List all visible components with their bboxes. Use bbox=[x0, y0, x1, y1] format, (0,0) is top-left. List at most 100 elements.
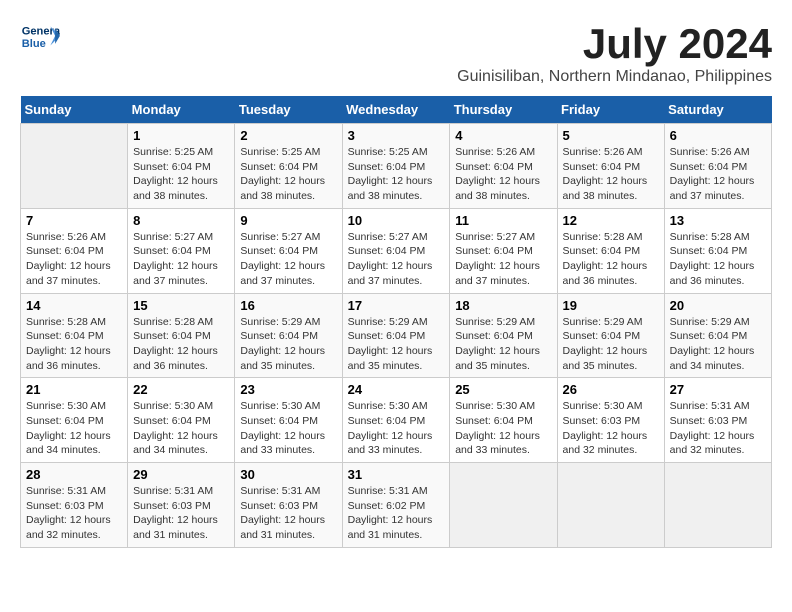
day-info: Sunrise: 5:27 AM Sunset: 6:04 PM Dayligh… bbox=[240, 230, 336, 289]
day-info: Sunrise: 5:29 AM Sunset: 6:04 PM Dayligh… bbox=[670, 315, 766, 374]
day-cell: 9 Sunrise: 5:27 AM Sunset: 6:04 PM Daylig… bbox=[235, 208, 342, 293]
day-number: 2 bbox=[240, 128, 336, 143]
day-info: Sunrise: 5:26 AM Sunset: 6:04 PM Dayligh… bbox=[670, 145, 766, 204]
day-cell bbox=[450, 463, 557, 548]
calendar-body: 1 Sunrise: 5:25 AM Sunset: 6:04 PM Daylig… bbox=[21, 124, 772, 548]
day-info: Sunrise: 5:30 AM Sunset: 6:04 PM Dayligh… bbox=[26, 399, 122, 458]
day-number: 31 bbox=[348, 467, 445, 482]
day-cell: 2 Sunrise: 5:25 AM Sunset: 6:04 PM Daylig… bbox=[235, 124, 342, 209]
day-number: 27 bbox=[670, 382, 766, 397]
header-cell-tuesday: Tuesday bbox=[235, 96, 342, 124]
day-info: Sunrise: 5:26 AM Sunset: 6:04 PM Dayligh… bbox=[563, 145, 659, 204]
header-cell-monday: Monday bbox=[128, 96, 235, 124]
day-cell: 29 Sunrise: 5:31 AM Sunset: 6:03 PM Dayli… bbox=[128, 463, 235, 548]
day-cell: 25 Sunrise: 5:30 AM Sunset: 6:04 PM Dayli… bbox=[450, 378, 557, 463]
day-cell bbox=[557, 463, 664, 548]
day-number: 17 bbox=[348, 298, 445, 313]
day-cell: 24Sunrise: 5:30 AM Sunset: 6:04 PM Dayli… bbox=[342, 378, 450, 463]
day-number: 21 bbox=[26, 382, 122, 397]
day-info: Sunrise: 5:28 AM Sunset: 6:04 PM Dayligh… bbox=[133, 315, 229, 374]
day-cell: 14Sunrise: 5:28 AM Sunset: 6:04 PM Dayli… bbox=[21, 293, 128, 378]
day-info: Sunrise: 5:27 AM Sunset: 6:04 PM Dayligh… bbox=[133, 230, 229, 289]
day-cell: 28Sunrise: 5:31 AM Sunset: 6:03 PM Dayli… bbox=[21, 463, 128, 548]
day-info: Sunrise: 5:31 AM Sunset: 6:03 PM Dayligh… bbox=[240, 484, 336, 543]
day-cell bbox=[664, 463, 771, 548]
day-number: 8 bbox=[133, 213, 229, 228]
day-number: 25 bbox=[455, 382, 551, 397]
day-info: Sunrise: 5:25 AM Sunset: 6:04 PM Dayligh… bbox=[133, 145, 229, 204]
day-number: 22 bbox=[133, 382, 229, 397]
main-title: July 2024 bbox=[457, 20, 772, 68]
day-cell: 15 Sunrise: 5:28 AM Sunset: 6:04 PM Dayli… bbox=[128, 293, 235, 378]
day-number: 13 bbox=[670, 213, 766, 228]
day-number: 30 bbox=[240, 467, 336, 482]
day-info: Sunrise: 5:29 AM Sunset: 6:04 PM Dayligh… bbox=[455, 315, 551, 374]
day-cell: 5Sunrise: 5:26 AM Sunset: 6:04 PM Daylig… bbox=[557, 124, 664, 209]
day-info: Sunrise: 5:28 AM Sunset: 6:04 PM Dayligh… bbox=[670, 230, 766, 289]
day-number: 6 bbox=[670, 128, 766, 143]
day-number: 26 bbox=[563, 382, 659, 397]
day-info: Sunrise: 5:30 AM Sunset: 6:04 PM Dayligh… bbox=[455, 399, 551, 458]
day-info: Sunrise: 5:31 AM Sunset: 6:03 PM Dayligh… bbox=[670, 399, 766, 458]
week-row-4: 21 Sunrise: 5:30 AM Sunset: 6:04 PM Dayli… bbox=[21, 378, 772, 463]
day-cell bbox=[21, 124, 128, 209]
day-number: 10 bbox=[348, 213, 445, 228]
day-cell: 27 Sunrise: 5:31 AM Sunset: 6:03 PM Dayli… bbox=[664, 378, 771, 463]
day-info: Sunrise: 5:25 AM Sunset: 6:04 PM Dayligh… bbox=[240, 145, 336, 204]
logo-icon: General Blue bbox=[20, 20, 60, 55]
day-cell: 1 Sunrise: 5:25 AM Sunset: 6:04 PM Daylig… bbox=[128, 124, 235, 209]
day-cell: 18 Sunrise: 5:29 AM Sunset: 6:04 PM Dayli… bbox=[450, 293, 557, 378]
day-info: Sunrise: 5:30 AM Sunset: 6:04 PM Dayligh… bbox=[348, 399, 445, 458]
page-header: General Blue July 2024 Guinisiliban, Nor… bbox=[20, 20, 772, 86]
day-cell: 4Sunrise: 5:26 AM Sunset: 6:04 PM Daylig… bbox=[450, 124, 557, 209]
day-number: 12 bbox=[563, 213, 659, 228]
day-number: 23 bbox=[240, 382, 336, 397]
week-row-5: 28Sunrise: 5:31 AM Sunset: 6:03 PM Dayli… bbox=[21, 463, 772, 548]
day-number: 20 bbox=[670, 298, 766, 313]
day-cell: 22Sunrise: 5:30 AM Sunset: 6:04 PM Dayli… bbox=[128, 378, 235, 463]
day-number: 15 bbox=[133, 298, 229, 313]
day-number: 9 bbox=[240, 213, 336, 228]
svg-text:Blue: Blue bbox=[22, 38, 46, 50]
logo: General Blue bbox=[20, 20, 60, 55]
header-cell-wednesday: Wednesday bbox=[342, 96, 450, 124]
day-cell: 12Sunrise: 5:28 AM Sunset: 6:04 PM Dayli… bbox=[557, 208, 664, 293]
day-number: 16 bbox=[240, 298, 336, 313]
day-cell: 23Sunrise: 5:30 AM Sunset: 6:04 PM Dayli… bbox=[235, 378, 342, 463]
sub-title: Guinisiliban, Northern Mindanao, Philipp… bbox=[457, 68, 772, 86]
day-cell: 3 Sunrise: 5:25 AM Sunset: 6:04 PM Daylig… bbox=[342, 124, 450, 209]
day-info: Sunrise: 5:27 AM Sunset: 6:04 PM Dayligh… bbox=[348, 230, 445, 289]
header-cell-sunday: Sunday bbox=[21, 96, 128, 124]
day-number: 1 bbox=[133, 128, 229, 143]
day-info: Sunrise: 5:29 AM Sunset: 6:04 PM Dayligh… bbox=[348, 315, 445, 374]
day-number: 7 bbox=[26, 213, 122, 228]
week-row-2: 7Sunrise: 5:26 AM Sunset: 6:04 PM Daylig… bbox=[21, 208, 772, 293]
day-cell: 6 Sunrise: 5:26 AM Sunset: 6:04 PM Daylig… bbox=[664, 124, 771, 209]
day-info: Sunrise: 5:29 AM Sunset: 6:04 PM Dayligh… bbox=[240, 315, 336, 374]
day-cell: 17 Sunrise: 5:29 AM Sunset: 6:04 PM Dayli… bbox=[342, 293, 450, 378]
week-row-3: 14Sunrise: 5:28 AM Sunset: 6:04 PM Dayli… bbox=[21, 293, 772, 378]
day-info: Sunrise: 5:30 AM Sunset: 6:03 PM Dayligh… bbox=[563, 399, 659, 458]
day-cell: 31Sunrise: 5:31 AM Sunset: 6:02 PM Dayli… bbox=[342, 463, 450, 548]
day-cell: 8 Sunrise: 5:27 AM Sunset: 6:04 PM Daylig… bbox=[128, 208, 235, 293]
week-row-1: 1 Sunrise: 5:25 AM Sunset: 6:04 PM Daylig… bbox=[21, 124, 772, 209]
header-cell-saturday: Saturday bbox=[664, 96, 771, 124]
day-info: Sunrise: 5:31 AM Sunset: 6:03 PM Dayligh… bbox=[133, 484, 229, 543]
day-cell: 16 Sunrise: 5:29 AM Sunset: 6:04 PM Dayli… bbox=[235, 293, 342, 378]
day-cell: 19 Sunrise: 5:29 AM Sunset: 6:04 PM Dayli… bbox=[557, 293, 664, 378]
day-number: 18 bbox=[455, 298, 551, 313]
day-number: 3 bbox=[348, 128, 445, 143]
day-cell: 26 Sunrise: 5:30 AM Sunset: 6:03 PM Dayli… bbox=[557, 378, 664, 463]
header-row: SundayMondayTuesdayWednesdayThursdayFrid… bbox=[21, 96, 772, 124]
day-number: 19 bbox=[563, 298, 659, 313]
day-cell: 20 Sunrise: 5:29 AM Sunset: 6:04 PM Dayli… bbox=[664, 293, 771, 378]
day-cell: 21 Sunrise: 5:30 AM Sunset: 6:04 PM Dayli… bbox=[21, 378, 128, 463]
day-info: Sunrise: 5:29 AM Sunset: 6:04 PM Dayligh… bbox=[563, 315, 659, 374]
header-cell-thursday: Thursday bbox=[450, 96, 557, 124]
day-info: Sunrise: 5:25 AM Sunset: 6:04 PM Dayligh… bbox=[348, 145, 445, 204]
day-cell: 7Sunrise: 5:26 AM Sunset: 6:04 PM Daylig… bbox=[21, 208, 128, 293]
day-number: 29 bbox=[133, 467, 229, 482]
day-info: Sunrise: 5:27 AM Sunset: 6:04 PM Dayligh… bbox=[455, 230, 551, 289]
day-cell: 13 Sunrise: 5:28 AM Sunset: 6:04 PM Dayli… bbox=[664, 208, 771, 293]
calendar-header: SundayMondayTuesdayWednesdayThursdayFrid… bbox=[21, 96, 772, 124]
